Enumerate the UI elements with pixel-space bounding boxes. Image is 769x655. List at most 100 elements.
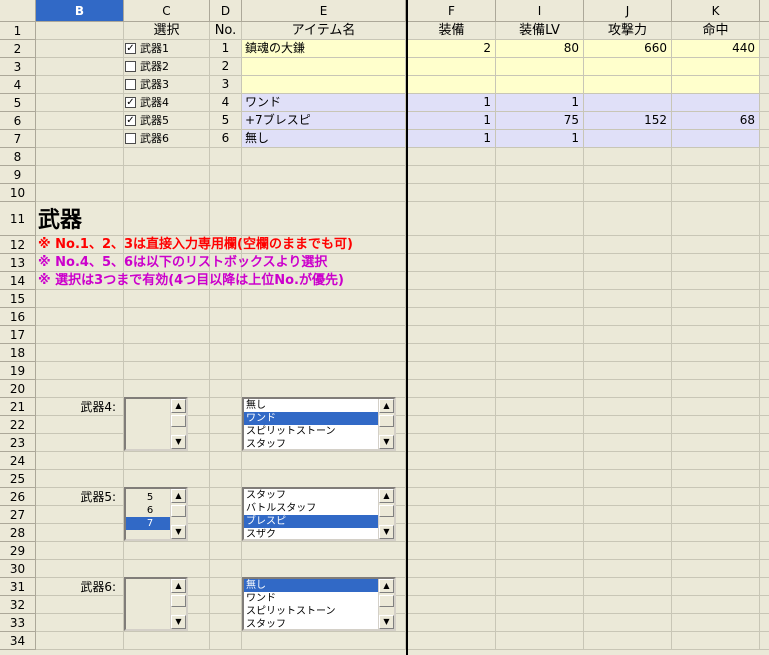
- cell[interactable]: [36, 166, 124, 184]
- row-header[interactable]: 32: [0, 596, 36, 614]
- cell[interactable]: [408, 380, 496, 398]
- cell[interactable]: [672, 290, 760, 308]
- cell[interactable]: [210, 614, 242, 632]
- listbox-scrollbar[interactable]: ▲ ▼: [170, 489, 186, 539]
- cell[interactable]: [496, 506, 584, 524]
- scroll-down-arrow-icon[interactable]: ▼: [171, 615, 186, 629]
- cell[interactable]: [672, 560, 760, 578]
- listbox-scrollbar[interactable]: ▲ ▼: [378, 489, 394, 539]
- select-all-corner[interactable]: [0, 0, 36, 22]
- equip-count[interactable]: 1: [408, 94, 496, 112]
- scroll-down-arrow-icon[interactable]: ▼: [379, 615, 394, 629]
- cell[interactable]: [36, 40, 124, 58]
- cell[interactable]: [584, 416, 672, 434]
- weapon-checkbox[interactable]: [125, 133, 136, 144]
- cell[interactable]: [672, 506, 760, 524]
- row-header[interactable]: 27: [0, 506, 36, 524]
- cell[interactable]: [36, 614, 124, 632]
- cell[interactable]: [408, 308, 496, 326]
- cell[interactable]: [584, 560, 672, 578]
- cell[interactable]: [760, 416, 769, 434]
- cell[interactable]: [672, 578, 760, 596]
- cell[interactable]: [210, 380, 242, 398]
- item-number[interactable]: 5: [210, 112, 242, 130]
- cell[interactable]: [408, 614, 496, 632]
- cell[interactable]: [36, 362, 124, 380]
- cell[interactable]: [124, 362, 210, 380]
- scroll-up-arrow-icon[interactable]: ▲: [379, 489, 394, 503]
- cell[interactable]: [672, 380, 760, 398]
- cell[interactable]: [584, 524, 672, 542]
- cell[interactable]: [210, 398, 242, 416]
- cell[interactable]: [760, 148, 769, 166]
- row-header[interactable]: 13: [0, 254, 36, 272]
- cell[interactable]: [496, 470, 584, 488]
- cell[interactable]: [36, 76, 124, 94]
- equip-level[interactable]: [496, 58, 584, 76]
- equip-count[interactable]: 1: [408, 112, 496, 130]
- listbox-option[interactable]: スタッフ: [244, 438, 378, 449]
- cell[interactable]: [496, 596, 584, 614]
- cell[interactable]: [760, 632, 769, 650]
- cell[interactable]: [760, 452, 769, 470]
- row-header[interactable]: 33: [0, 614, 36, 632]
- cell[interactable]: [760, 524, 769, 542]
- equip-count[interactable]: 1: [408, 130, 496, 148]
- cell[interactable]: [210, 416, 242, 434]
- row-header[interactable]: 17: [0, 326, 36, 344]
- item-name-listbox[interactable]: 無し ワンド スピリットストーン スタッフ ▲ ▼: [242, 397, 396, 451]
- cell[interactable]: [672, 452, 760, 470]
- row-header[interactable]: 24: [0, 452, 36, 470]
- cell[interactable]: [760, 470, 769, 488]
- cell[interactable]: [36, 596, 124, 614]
- cell[interactable]: [584, 578, 672, 596]
- cell[interactable]: [408, 578, 496, 596]
- cell[interactable]: [760, 326, 769, 344]
- hit-value[interactable]: [672, 94, 760, 112]
- item-name-listbox[interactable]: 無し ワンド スピリットストーン スタッフ ▲ ▼: [242, 577, 396, 631]
- row-header[interactable]: 26: [0, 488, 36, 506]
- cell[interactable]: [242, 542, 406, 560]
- cell[interactable]: [584, 362, 672, 380]
- listbox-option[interactable]: スピリットストーン: [244, 425, 378, 438]
- scroll-thumb[interactable]: [379, 505, 394, 517]
- cell[interactable]: [408, 236, 496, 254]
- cell[interactable]: [672, 236, 760, 254]
- cell[interactable]: [210, 290, 242, 308]
- cell[interactable]: [760, 236, 769, 254]
- cell[interactable]: [584, 398, 672, 416]
- row-header[interactable]: 23: [0, 434, 36, 452]
- cell[interactable]: [496, 578, 584, 596]
- row-header[interactable]: 10: [0, 184, 36, 202]
- cell[interactable]: [124, 290, 210, 308]
- item-name[interactable]: 無し: [242, 130, 406, 148]
- scroll-down-arrow-icon[interactable]: ▼: [171, 525, 186, 539]
- cell[interactable]: [124, 184, 210, 202]
- cell[interactable]: [210, 326, 242, 344]
- equip-level[interactable]: 1: [496, 130, 584, 148]
- cell[interactable]: [36, 308, 124, 326]
- cell[interactable]: [760, 130, 769, 148]
- column-header-e[interactable]: E: [242, 0, 406, 22]
- cell[interactable]: [496, 434, 584, 452]
- cell[interactable]: [496, 236, 584, 254]
- cell[interactable]: [210, 632, 242, 650]
- cell[interactable]: [496, 148, 584, 166]
- row-header[interactable]: 9: [0, 166, 36, 184]
- cell[interactable]: [760, 398, 769, 416]
- cell[interactable]: [496, 272, 584, 290]
- cell[interactable]: [408, 506, 496, 524]
- hit-value[interactable]: [672, 130, 760, 148]
- row-header[interactable]: 20: [0, 380, 36, 398]
- cell[interactable]: [210, 148, 242, 166]
- cell[interactable]: [124, 166, 210, 184]
- cell[interactable]: [496, 560, 584, 578]
- scroll-thumb[interactable]: [171, 595, 186, 607]
- row-header[interactable]: 28: [0, 524, 36, 542]
- attack-value[interactable]: 660: [584, 40, 672, 58]
- cell[interactable]: [124, 470, 210, 488]
- equip-level[interactable]: 75: [496, 112, 584, 130]
- cell[interactable]: [124, 202, 210, 236]
- hit-value[interactable]: 440: [672, 40, 760, 58]
- item-name-listbox[interactable]: スタッフ バトルスタッフ ブレスピ スザク ▲ ▼: [242, 487, 396, 541]
